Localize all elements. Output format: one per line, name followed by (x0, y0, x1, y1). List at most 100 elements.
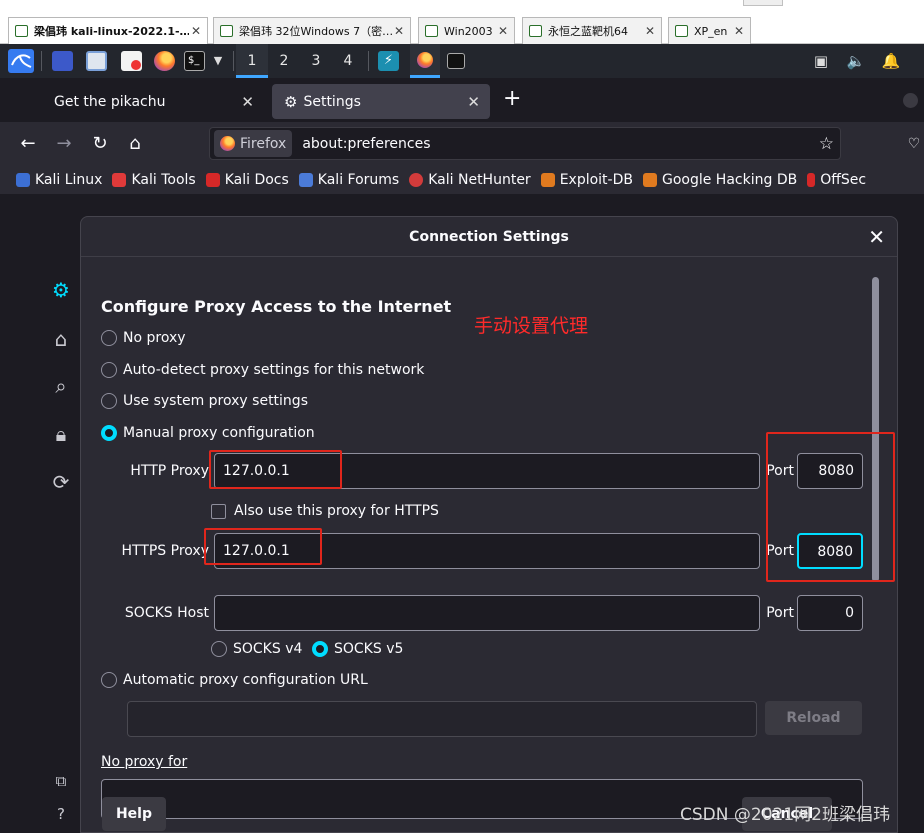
radio-system-proxy[interactable]: Use system proxy settings (101, 393, 308, 409)
scrollbar-thumb[interactable] (872, 277, 879, 582)
bookmark-label: Google Hacking DB (661, 172, 798, 188)
volume-icon[interactable]: 🔈 (846, 52, 866, 70)
show-desktop-icon[interactable] (52, 51, 73, 71)
close-icon[interactable]: ✕ (467, 93, 480, 111)
search-icon[interactable]: ⌕ (48, 373, 74, 399)
close-icon[interactable]: ✕ (189, 24, 203, 38)
url-bar[interactable]: Firefox about:preferences ☆ (209, 127, 841, 160)
pocket-icon[interactable]: ♡ (900, 131, 924, 157)
terminal-icon[interactable]: $_ (184, 51, 205, 71)
radio-label: SOCKS v5 (334, 641, 404, 657)
https-proxy-input[interactable]: 127.0.0.1 (214, 533, 760, 569)
window-control[interactable] (903, 93, 918, 108)
radio-button[interactable] (211, 641, 227, 657)
radio-manual-proxy[interactable]: Manual proxy configuration (101, 425, 315, 441)
panel-separator (233, 51, 234, 71)
close-icon[interactable]: ✕ (392, 24, 406, 38)
chevron-down-icon[interactable]: ▼ (208, 52, 228, 70)
vm-tab-win7[interactable]: 梁倡玮 32位Windows 7（密… ✕ (213, 17, 411, 44)
vm-tab-eternalblue[interactable]: 永恒之蓝靶机64 ✕ (522, 17, 662, 44)
radio-button[interactable] (312, 641, 328, 657)
home-icon[interactable]: ⌂ (121, 131, 149, 157)
radio-no-proxy[interactable]: No proxy (101, 330, 186, 346)
radio-button[interactable] (101, 672, 117, 688)
offsec-icon (807, 173, 816, 187)
radio-button[interactable] (101, 393, 117, 409)
notification-icon[interactable]: 🔔 (881, 52, 901, 70)
pac-url-input[interactable] (127, 701, 757, 737)
kali-docs-icon (205, 173, 220, 187)
workspace-3[interactable]: 3 (300, 44, 332, 78)
identity-box[interactable]: Firefox (214, 130, 293, 157)
network-icon[interactable]: ▣ (811, 52, 831, 70)
tab-pikachu[interactable]: Get the pikachu ✕ (42, 84, 264, 119)
radio-pac-url[interactable]: Automatic proxy configuration URL (101, 672, 368, 688)
workspace-4[interactable]: 4 (332, 44, 364, 78)
bookmark-exploit-db[interactable]: Exploit-DB (540, 172, 633, 188)
sync-icon[interactable]: ⟳ (48, 469, 74, 495)
socks-host-label: SOCKS Host (124, 605, 209, 621)
extensions-icon[interactable]: ⧉ (48, 768, 74, 794)
workspace-1[interactable]: 1 (236, 44, 268, 78)
vm-tab-xp[interactable]: XP_en ✕ (668, 17, 751, 44)
http-port-input[interactable]: 8080 (797, 453, 863, 489)
file-manager-icon[interactable] (86, 51, 107, 71)
socks-port-input[interactable]: 0 (797, 595, 863, 631)
bookmark-kali-linux[interactable]: Kali Linux (16, 172, 102, 188)
radio-socks-v4[interactable]: SOCKS v4 (211, 641, 302, 657)
tab-settings[interactable]: ⚙ Settings ✕ (272, 84, 490, 119)
text-editor-icon[interactable] (121, 51, 142, 71)
https-port-label: Port (766, 543, 794, 559)
bookmark-kali-nethunter[interactable]: Kali NetHunter (409, 172, 531, 188)
bookmark-offsec[interactable]: OffSec (807, 172, 866, 188)
https-proxy-label: HTTPS Proxy (121, 543, 209, 559)
close-icon[interactable]: ✕ (868, 225, 885, 249)
bookmark-kali-forums[interactable]: Kali Forums (298, 172, 399, 188)
checkbox[interactable] (211, 503, 226, 519)
checkbox-label: Also use this proxy for HTTPS (234, 503, 439, 519)
back-icon[interactable]: ← (14, 131, 42, 157)
radio-button[interactable] (101, 362, 117, 378)
socks-host-input[interactable] (214, 595, 760, 631)
bookmark-kali-tools[interactable]: Kali Tools (112, 172, 196, 188)
radio-socks-v5[interactable]: SOCKS v5 (312, 641, 403, 657)
bookmark-label: Kali NetHunter (428, 172, 531, 188)
vm-tab-win2003[interactable]: Win2003 ✕ (418, 17, 515, 44)
terminal-window-icon[interactable] (447, 53, 465, 69)
new-tab-button[interactable]: + (503, 88, 521, 110)
vm-tab-label: Win2003 (444, 24, 493, 38)
http-proxy-input[interactable]: 127.0.0.1 (214, 453, 760, 489)
bookmarks-toolbar: Kali Linux Kali Tools Kali Docs Kali For… (0, 166, 924, 194)
kali-menu-icon[interactable] (8, 49, 34, 73)
panel-separator (368, 51, 369, 71)
workspace-2[interactable]: 2 (268, 44, 300, 78)
lock-icon[interactable]: 🔒︎ (48, 421, 74, 447)
radio-auto-detect[interactable]: Auto-detect proxy settings for this netw… (101, 362, 424, 378)
reload-icon[interactable]: ↻ (86, 131, 114, 157)
radio-button[interactable] (101, 425, 117, 441)
close-icon[interactable]: ✕ (643, 24, 657, 38)
help-button[interactable]: Help (102, 797, 166, 831)
close-icon[interactable]: ✕ (496, 24, 510, 38)
home-icon[interactable]: ⌂ (48, 326, 74, 352)
firefox-icon[interactable] (154, 51, 175, 71)
vm-tab-label: XP_en (694, 24, 728, 38)
close-icon[interactable]: ✕ (732, 24, 746, 38)
radio-button[interactable] (101, 330, 117, 346)
bookmark-ghdb[interactable]: Google Hacking DB (642, 172, 798, 188)
close-icon[interactable]: ✕ (241, 93, 254, 111)
https-port-input[interactable]: 8080 (797, 533, 863, 569)
vm-tab-strip: 梁倡玮 kali-linux-2022.1-… ✕ 梁倡玮 32位Windows… (0, 0, 924, 44)
burp-window-icon[interactable]: ⚡ (378, 51, 399, 71)
firefox-window-button[interactable] (410, 44, 440, 78)
url-text[interactable]: about:preferences (302, 136, 430, 152)
bookmark-kali-docs[interactable]: Kali Docs (205, 172, 289, 188)
bookmark-label: Kali Docs (224, 172, 289, 188)
bookmark-star-icon[interactable]: ☆ (819, 134, 834, 154)
gear-icon[interactable]: ⚙ (48, 277, 74, 303)
help-icon[interactable]: ? (48, 801, 74, 827)
reload-button[interactable]: Reload (765, 701, 862, 735)
also-https-checkbox-row[interactable]: Also use this proxy for HTTPS (211, 503, 439, 519)
vm-tab-kali[interactable]: 梁倡玮 kali-linux-2022.1-… ✕ (8, 17, 208, 44)
forward-icon[interactable]: → (50, 131, 78, 157)
